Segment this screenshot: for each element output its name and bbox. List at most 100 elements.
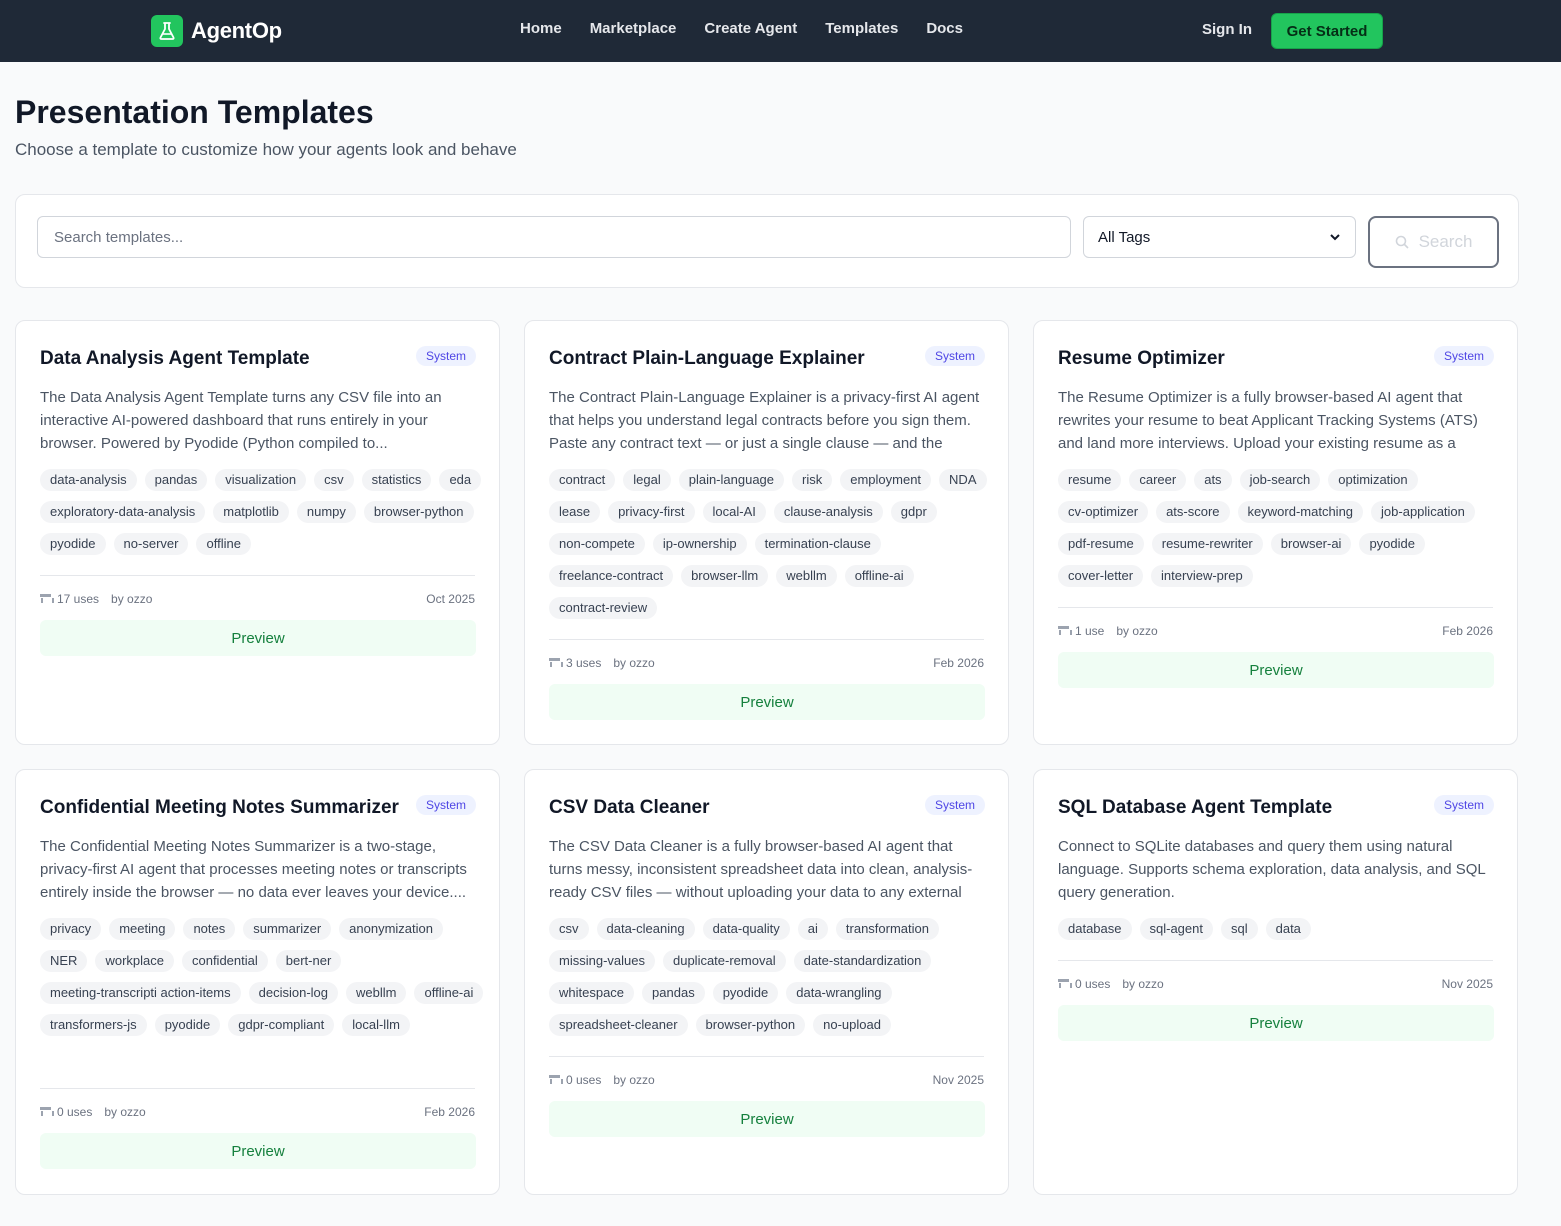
tag-chip[interactable]: NER [40, 950, 88, 972]
tag-chip[interactable]: meeting-transcripti action-items [40, 982, 241, 1004]
tag-chip[interactable]: workplace [95, 950, 174, 972]
tag-chip[interactable]: contract [549, 469, 616, 491]
tag-chip[interactable]: keyword-matching [1237, 501, 1364, 523]
tag-chip[interactable]: job-search [1239, 469, 1321, 491]
tag-chip[interactable]: gdpr [890, 501, 937, 523]
tag-chip[interactable]: database [1058, 918, 1132, 940]
tag-chip[interactable]: visualization [215, 469, 307, 491]
nav-link-marketplace[interactable]: Marketplace [590, 20, 677, 37]
tag-chip[interactable]: pdf-resume [1058, 533, 1144, 555]
nav-link-docs[interactable]: Docs [926, 20, 963, 37]
tag-chip[interactable]: sql [1220, 918, 1258, 940]
tag-chip[interactable]: resume-rewriter [1151, 533, 1263, 555]
tag-chip[interactable]: legal [623, 469, 671, 491]
tag-chip[interactable]: numpy [296, 501, 356, 523]
tag-chip[interactable]: matplotlib [213, 501, 289, 523]
tag-chip[interactable]: decision-log [248, 982, 338, 1004]
tag-chip[interactable]: ip-ownership [652, 533, 747, 555]
preview-button[interactable]: Preview [549, 1101, 985, 1137]
tag-chip[interactable]: non-compete [549, 533, 645, 555]
tag-chip[interactable]: bert-ner [275, 950, 342, 972]
tag-chip[interactable]: data-wrangling [786, 982, 892, 1004]
tag-chip[interactable]: pandas [144, 469, 208, 491]
tag-chip[interactable]: data [1265, 918, 1311, 940]
nav-link-templates[interactable]: Templates [825, 20, 898, 37]
tag-chip[interactable]: optimization [1328, 469, 1418, 491]
tag-chip[interactable]: data-cleaning [596, 918, 695, 940]
tag-chip[interactable]: browser-ai [1270, 533, 1352, 555]
tag-chip[interactable]: missing-values [549, 950, 655, 972]
tag-chip[interactable]: offline-ai [844, 565, 914, 587]
sign-in-link[interactable]: Sign In [1202, 21, 1252, 38]
tag-chip[interactable]: pyodide [154, 1014, 221, 1036]
tag-chip[interactable]: confidential [181, 950, 268, 972]
tag-chip[interactable]: resume [1058, 469, 1122, 491]
tag-chip[interactable]: termination-clause [754, 533, 881, 555]
tag-chip[interactable]: ats [1194, 469, 1232, 491]
tag-chip[interactable]: whitespace [549, 982, 635, 1004]
tag-chip[interactable]: offline [196, 533, 251, 555]
tag-chip[interactable]: exploratory-data-analysis [40, 501, 206, 523]
preview-button[interactable]: Preview [549, 684, 985, 720]
tag-chip[interactable]: privacy-first [608, 501, 695, 523]
tag-chip[interactable]: career [1129, 469, 1187, 491]
tag-chip[interactable]: anonymization [339, 918, 443, 940]
tag-chip[interactable]: pyodide [712, 982, 779, 1004]
tag-chip[interactable]: local-AI [702, 501, 766, 523]
tag-chip[interactable]: webllm [776, 565, 837, 587]
tag-chip[interactable]: duplicate-removal [662, 950, 786, 972]
tag-chip[interactable]: data-analysis [40, 469, 137, 491]
tag-chip[interactable]: cover-letter [1058, 565, 1144, 587]
tag-chip[interactable]: pandas [642, 982, 705, 1004]
search-button[interactable]: Search [1368, 216, 1499, 268]
tag-chip[interactable]: local-llm [342, 1014, 410, 1036]
search-input[interactable] [37, 216, 1071, 258]
tag-chip[interactable]: gdpr-compliant [228, 1014, 335, 1036]
tag-chip[interactable]: browser-llm [681, 565, 769, 587]
tag-chip[interactable]: data-quality [702, 918, 790, 940]
tag-chip[interactable]: spreadsheet-cleaner [549, 1014, 688, 1036]
tag-chip[interactable]: statistics [361, 469, 432, 491]
tag-chip[interactable]: browser-python [363, 501, 474, 523]
tag-chip[interactable]: lease [549, 501, 601, 523]
tag-chip[interactable]: offline-ai [414, 982, 484, 1004]
nav-link-home[interactable]: Home [520, 20, 562, 37]
tag-chip[interactable]: pyodide [40, 533, 106, 555]
tag-chip[interactable]: webllm [346, 982, 407, 1004]
tag-chip[interactable]: ai [797, 918, 828, 940]
tag-chip[interactable]: csv [549, 918, 589, 940]
tag-chip[interactable]: transformers-js [40, 1014, 147, 1036]
tag-chip[interactable]: meeting [109, 918, 176, 940]
tag-chip[interactable]: browser-python [695, 1014, 806, 1036]
tag-chip[interactable]: contract-review [549, 597, 658, 619]
tag-chip[interactable]: risk [792, 469, 833, 491]
tag-chip[interactable]: eda [439, 469, 482, 491]
preview-button[interactable]: Preview [40, 1133, 476, 1169]
tag-chip[interactable]: date-standardization [793, 950, 932, 972]
tag-chip[interactable]: transformation [835, 918, 939, 940]
tag-chip[interactable]: summarizer [243, 918, 332, 940]
tag-chip[interactable]: interview-prep [1151, 565, 1253, 587]
tag-filter-select[interactable]: All Tags [1083, 216, 1356, 258]
tag-chip[interactable]: cv-optimizer [1058, 501, 1149, 523]
tag-chip[interactable]: sql-agent [1139, 918, 1213, 940]
tag-chip[interactable]: clause-analysis [773, 501, 883, 523]
tag-chip[interactable]: plain-language [678, 469, 785, 491]
tag-chip[interactable]: no-server [113, 533, 189, 555]
tag-chip[interactable]: notes [183, 918, 236, 940]
tag-chip[interactable]: csv [314, 469, 354, 491]
tag-chip[interactable]: job-application [1371, 501, 1475, 523]
brand-link[interactable]: AgentOp [151, 15, 282, 47]
tag-chip[interactable]: ats-score [1156, 501, 1230, 523]
get-started-button[interactable]: Get Started [1271, 13, 1383, 49]
preview-button[interactable]: Preview [1058, 652, 1494, 688]
nav-link-create-agent[interactable]: Create Agent [704, 20, 797, 37]
tag-chip[interactable]: pyodide [1359, 533, 1425, 555]
tag-chip[interactable]: freelance-contract [549, 565, 674, 587]
tag-chip[interactable]: no-upload [813, 1014, 891, 1036]
preview-button[interactable]: Preview [1058, 1005, 1494, 1041]
preview-button[interactable]: Preview [40, 620, 476, 656]
tag-chip[interactable]: NDA [939, 469, 987, 491]
tag-chip[interactable]: employment [840, 469, 932, 491]
tag-chip[interactable]: privacy [40, 918, 102, 940]
